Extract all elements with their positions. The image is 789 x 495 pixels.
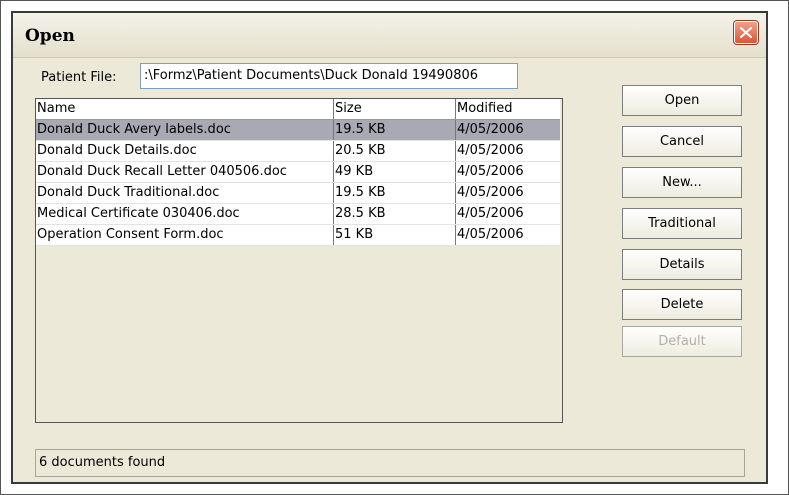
file-row[interactable]: Operation Consent Form.doc 51 KB 4/05/20… xyxy=(36,225,560,246)
file-name: Donald Duck Traditional.doc xyxy=(36,183,334,203)
new-button[interactable]: New... xyxy=(622,167,742,198)
details-button[interactable]: Details xyxy=(622,249,742,280)
patient-file-label: Patient File: xyxy=(41,70,117,85)
file-row[interactable]: Donald Duck Avery labels.doc 19.5 KB 4/0… xyxy=(36,120,560,141)
file-modified: 4/05/2006 xyxy=(457,143,524,158)
file-size: 28.5 KB xyxy=(334,204,456,224)
file-name: Operation Consent Form.doc xyxy=(36,225,334,245)
file-row[interactable]: Donald Duck Traditional.doc 19.5 KB 4/05… xyxy=(36,183,560,204)
file-name: Donald Duck Recall Letter 040506.doc xyxy=(36,162,334,182)
file-row[interactable]: Medical Certificate 030406.doc 28.5 KB 4… xyxy=(36,204,560,225)
default-button[interactable]: Default xyxy=(622,326,742,357)
file-name: Donald Duck Avery labels.doc xyxy=(36,120,334,140)
close-icon xyxy=(740,27,752,38)
traditional-button[interactable]: Traditional xyxy=(622,208,742,239)
file-size: 20.5 KB xyxy=(334,141,456,161)
title-bar: Open xyxy=(13,13,766,58)
patient-file-field[interactable]: :\Formz\Patient Documents\Duck Donald 19… xyxy=(140,63,518,89)
column-header-modified[interactable]: Modified xyxy=(456,99,560,119)
file-size: 49 KB xyxy=(334,162,456,182)
file-size: 19.5 KB xyxy=(334,120,456,140)
open-button[interactable]: Open xyxy=(622,85,742,116)
cancel-button[interactable]: Cancel xyxy=(622,126,742,157)
file-name: Medical Certificate 030406.doc xyxy=(36,204,334,224)
close-button[interactable] xyxy=(733,20,759,45)
delete-button[interactable]: Delete xyxy=(622,289,742,320)
file-name: Donald Duck Details.doc xyxy=(36,141,334,161)
file-list[interactable]: Name Size Modified Donald Duck Avery lab… xyxy=(35,98,563,423)
file-row[interactable]: Donald Duck Details.doc 20.5 KB 4/05/200… xyxy=(36,141,560,162)
file-modified: 4/05/2006 xyxy=(457,164,524,179)
file-size: 19.5 KB xyxy=(334,183,456,203)
file-modified: 4/05/2006 xyxy=(457,185,524,200)
file-modified: 4/05/2006 xyxy=(457,122,524,137)
column-header-size[interactable]: Size xyxy=(334,99,456,119)
screenshot-frame: Open Patient File: :\Formz\Patient Docum… xyxy=(0,0,789,495)
file-modified: 4/05/2006 xyxy=(457,227,524,242)
open-dialog: Open Patient File: :\Formz\Patient Docum… xyxy=(11,11,768,484)
dialog-title: Open xyxy=(25,26,75,46)
status-bar: 6 documents found xyxy=(35,449,745,477)
file-row[interactable]: Donald Duck Recall Letter 040506.doc 49 … xyxy=(36,162,560,183)
file-size: 51 KB xyxy=(334,225,456,245)
file-modified: 4/05/2006 xyxy=(457,206,524,221)
column-header-name[interactable]: Name xyxy=(36,99,334,119)
file-list-header: Name Size Modified xyxy=(36,99,560,120)
file-list-inner: Name Size Modified Donald Duck Avery lab… xyxy=(36,99,560,246)
